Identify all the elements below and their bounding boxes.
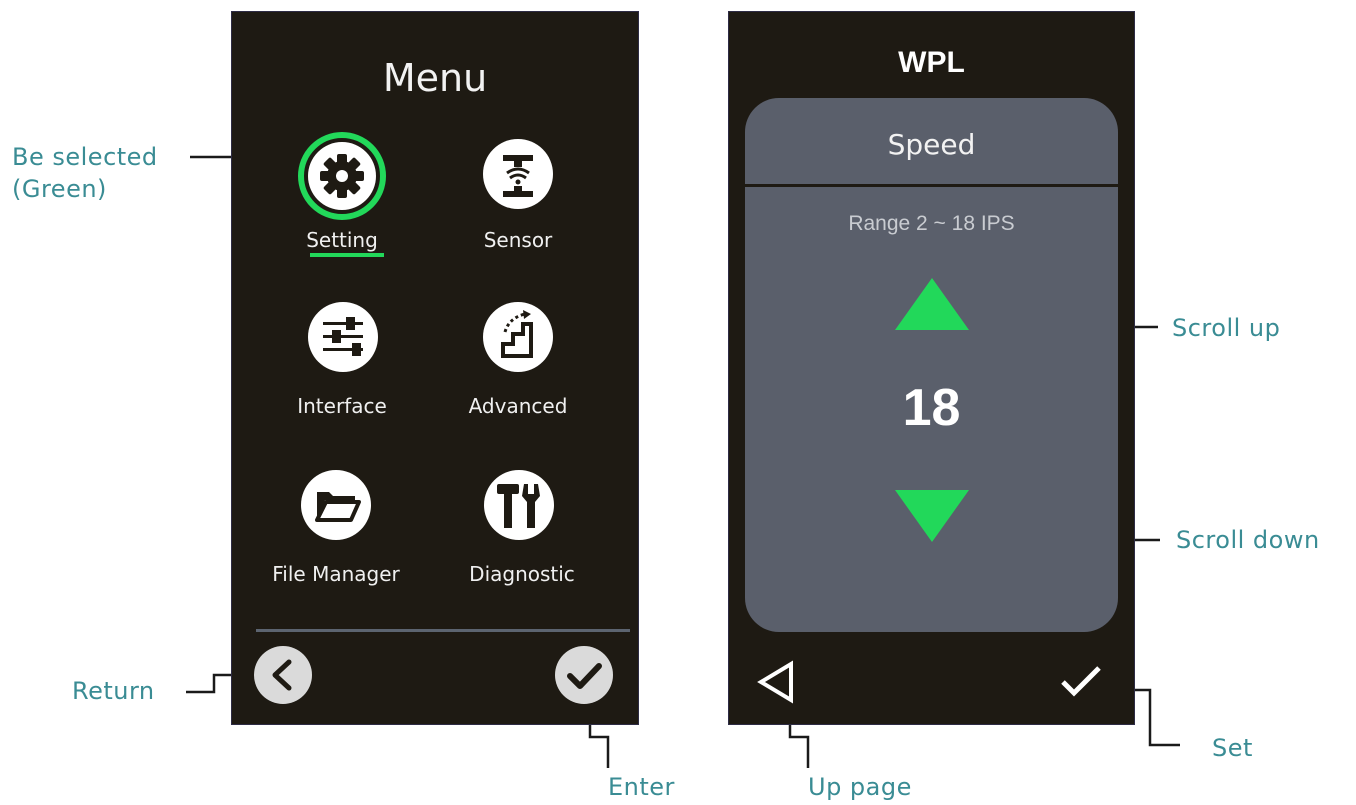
menu-divider bbox=[256, 629, 630, 632]
triangle-down-icon bbox=[895, 490, 969, 542]
annotation-connectors bbox=[186, 155, 1180, 768]
annotation-be-selected: Be selected (Green) bbox=[12, 141, 158, 205]
scroll-up-button[interactable] bbox=[895, 278, 969, 330]
annotation-return: Return bbox=[72, 677, 155, 705]
menu-item-setting[interactable]: Setting bbox=[252, 132, 432, 262]
annotation-up-page: Up page bbox=[808, 773, 912, 801]
menu-item-diagnostic[interactable]: Diagnostic bbox=[432, 470, 612, 600]
annotation-enter: Enter bbox=[608, 773, 675, 801]
up-page-button[interactable] bbox=[755, 660, 799, 704]
annotation-scroll-up: Scroll up bbox=[1172, 314, 1281, 342]
triangle-left-outline-icon bbox=[757, 660, 793, 704]
speed-value: 18 bbox=[902, 379, 961, 437]
speed-panel: Speed Range 2 ~ 18 IPS 18 bbox=[745, 98, 1118, 632]
tools-icon bbox=[484, 470, 554, 540]
triangle-up-icon bbox=[895, 278, 969, 330]
panel-title: Speed bbox=[887, 128, 976, 161]
checkmark-icon bbox=[1061, 666, 1101, 697]
scroll-down-button[interactable] bbox=[895, 490, 969, 542]
range-text: Range 2 ~ 18 IPS bbox=[848, 212, 1015, 235]
annotation-scroll-down: Scroll down bbox=[1176, 526, 1320, 554]
chevron-left-icon bbox=[272, 659, 292, 691]
menu-item-file-manager[interactable]: File Manager bbox=[246, 470, 426, 600]
menu-title: Menu bbox=[382, 56, 488, 100]
annotation-line: Be selected bbox=[12, 143, 158, 171]
set-button[interactable] bbox=[1059, 664, 1103, 700]
sensor-icon bbox=[483, 139, 553, 209]
menu-item-label: File Manager bbox=[272, 562, 400, 586]
menu-item-label: Advanced bbox=[468, 394, 568, 418]
stairs-icon bbox=[483, 302, 553, 372]
annotation-set: Set bbox=[1212, 734, 1253, 762]
panel-separator bbox=[745, 184, 1118, 187]
annotation-line: (Green) bbox=[12, 175, 107, 203]
selected-underline bbox=[310, 253, 384, 257]
enter-button[interactable] bbox=[555, 646, 613, 704]
check-circle-icon bbox=[567, 663, 602, 689]
folder-icon bbox=[301, 470, 371, 540]
gear-icon bbox=[308, 142, 376, 210]
return-button[interactable] bbox=[254, 646, 312, 704]
sliders-icon bbox=[308, 302, 378, 372]
menu-item-interface[interactable]: Interface bbox=[252, 302, 432, 432]
screen-title: WPL bbox=[898, 46, 965, 79]
menu-item-label: Diagnostic bbox=[469, 562, 575, 586]
menu-screen: Menu Setting Sensor Interface Advanced F… bbox=[232, 12, 638, 724]
menu-item-sensor[interactable]: Sensor bbox=[428, 132, 608, 262]
speed-screen: WPL Speed Range 2 ~ 18 IPS 18 bbox=[729, 12, 1134, 724]
menu-item-label: Setting bbox=[306, 228, 378, 252]
menu-item-label: Sensor bbox=[483, 228, 553, 252]
menu-item-label: Interface bbox=[297, 394, 387, 418]
menu-item-advanced[interactable]: Advanced bbox=[428, 302, 608, 432]
